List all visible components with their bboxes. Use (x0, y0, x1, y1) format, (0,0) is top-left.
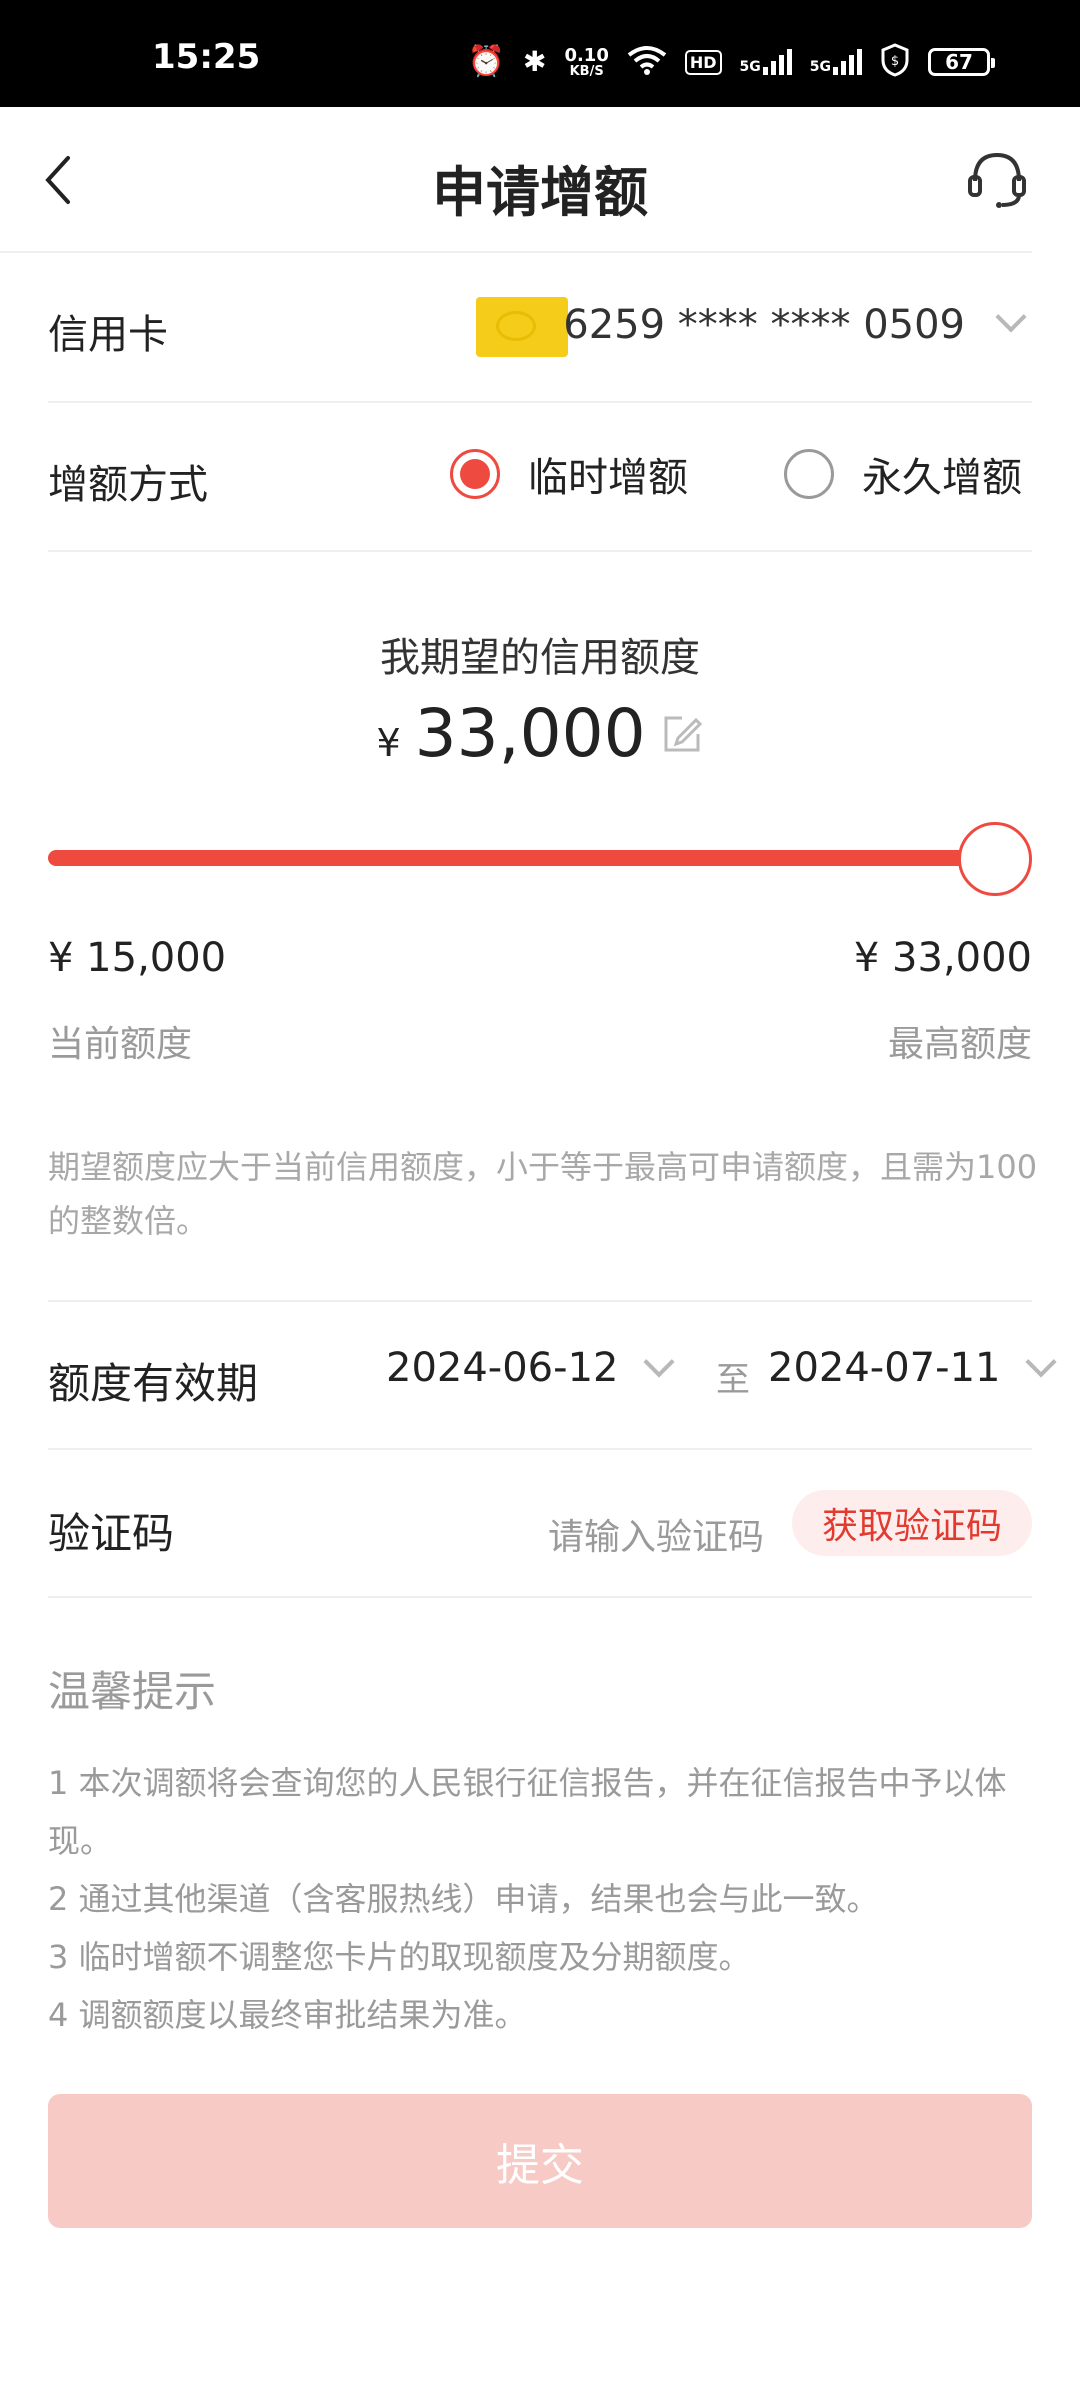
divider (48, 550, 1032, 552)
tip-item: 1 本次调额将会查询您的人民银行征信报告，并在征信报告中予以体现。 (48, 1764, 1007, 1860)
verify-label: 验证码 (48, 1509, 175, 1558)
customer-service-button[interactable] (962, 145, 1032, 215)
tip-item: 3 临时增额不调整您卡片的取现额度及分期额度。 (48, 1938, 751, 1976)
amount-label: 我期望的信用额度 (380, 635, 700, 681)
option-permanent[interactable]: 永久增额 (784, 445, 1022, 503)
slider-max-label: 最高额度 (887, 1024, 1032, 1065)
tips-list: 1 本次调额将会查询您的人民银行征信报告，并在征信报告中予以体现。 2 通过其他… (48, 1754, 1028, 2044)
slider-max-value: ¥ 33,000 (853, 935, 1032, 981)
slider-track[interactable] (48, 850, 996, 866)
divider (0, 251, 1032, 253)
signal-5g-icon-2: 5G (810, 49, 862, 75)
card-image (476, 297, 568, 357)
edit-icon[interactable] (660, 712, 704, 756)
alarm-icon: ⏰ (467, 44, 505, 79)
validity-label: 额度有效期 (48, 1359, 259, 1408)
chevron-down-icon (643, 1346, 676, 1378)
submit-button[interactable]: 提交 (48, 2094, 1032, 2228)
divider (48, 1300, 1032, 1302)
signal-5g-icon: 5G (740, 49, 792, 75)
divider (48, 1596, 1032, 1598)
tip-item: 2 通过其他渠道（含客服热线）申请，结果也会与此一致。 (48, 1880, 879, 1918)
amount-value: 33,000 (414, 695, 646, 772)
slider-min-label: 当前额度 (48, 1024, 193, 1065)
headset-icon (968, 152, 1026, 208)
battery-icon: 67 (928, 48, 995, 76)
amount-display: ¥ 33,000 (0, 695, 1080, 772)
page-title: 申请增额 (432, 161, 648, 224)
chevron-down-icon (1025, 1346, 1058, 1378)
card-label: 信用卡 (48, 312, 168, 358)
svg-text:$: $ (891, 54, 899, 69)
shield-icon: $ (880, 43, 910, 81)
radio-unselected-icon[interactable] (784, 449, 834, 499)
network-speed: 0.10 KB/S (564, 44, 609, 79)
end-date-picker[interactable]: 2024-07-11 (768, 1345, 1058, 1391)
tips-title: 温馨提示 (48, 1667, 217, 1716)
tip-item: 4 调额额度以最终审批结果为准。 (48, 1996, 527, 2034)
card-number: 6259 **** **** 0509 (563, 302, 965, 348)
status-time: 15:25 (152, 37, 261, 77)
verify-code-input[interactable]: 请输入验证码 (548, 1508, 764, 1560)
hd-icon: HD (684, 49, 722, 75)
slider-min-value: ¥ 15,000 (48, 935, 227, 981)
status-bar: 15:25 ⏰ ✱ 0.10 KB/S HD 5G 5G $ 67 (0, 0, 1080, 107)
validity-to: 至 (716, 1360, 750, 1400)
divider (48, 1448, 1032, 1450)
currency-symbol: ¥ (376, 721, 401, 765)
slider-thumb[interactable] (958, 822, 1032, 896)
divider (48, 401, 1032, 403)
start-date: 2024-06-12 (386, 1345, 619, 1391)
option-temporary[interactable]: 临时增额 (450, 445, 688, 503)
start-date-picker[interactable]: 2024-06-12 (386, 1345, 676, 1391)
bluetooth-icon: ✱ (522, 45, 547, 78)
wifi-icon (627, 45, 667, 79)
amount-note: 期望额度应大于当前信用额度，小于等于最高可申请额度，且需为100的整数倍。 (48, 1148, 1038, 1240)
get-code-button[interactable]: 获取验证码 (792, 1490, 1032, 1556)
option-temporary-label: 临时增额 (528, 455, 688, 501)
method-label: 增额方式 (48, 462, 208, 508)
radio-selected-icon[interactable] (450, 449, 500, 499)
option-permanent-label: 永久增额 (862, 455, 1022, 501)
end-date: 2024-07-11 (768, 1345, 1001, 1391)
status-icons: ⏰ ✱ 0.10 KB/S HD 5G 5G $ 67 (467, 42, 995, 82)
